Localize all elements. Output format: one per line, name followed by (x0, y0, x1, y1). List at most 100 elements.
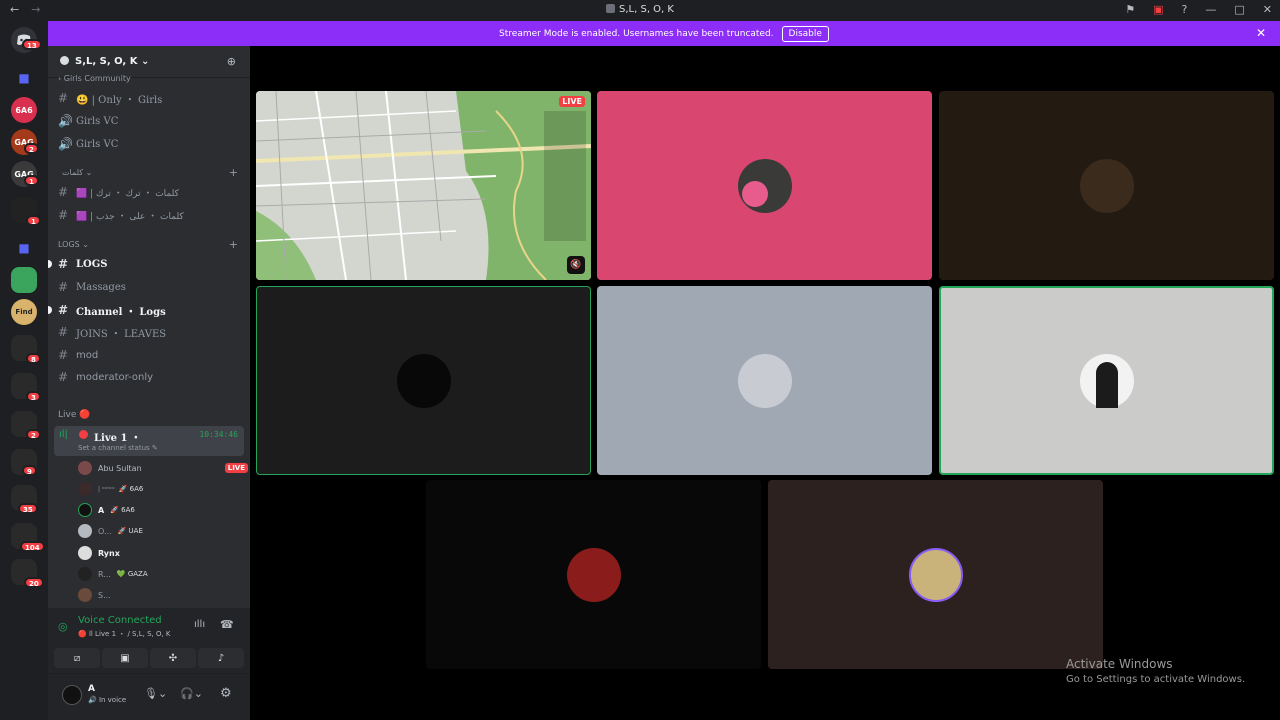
window-controls: ⚑ ▣ ? — □ ✕ (1125, 3, 1272, 16)
server-icon-find-world[interactable]: Find (11, 299, 37, 325)
microphone-icon[interactable]: 🎙⌄ (144, 687, 167, 700)
server-badge: 3 (26, 391, 41, 402)
voice-location[interactable]: 🔴 ll Live 1 ・ / S,L, S, O, K (78, 629, 171, 639)
avatar (78, 546, 92, 560)
server-icon-6a6-red[interactable]: 6A6 (11, 97, 37, 123)
server-badge: 1 (24, 175, 39, 186)
help-icon[interactable]: ? (1182, 3, 1188, 16)
live-badge: LIVE (559, 96, 585, 107)
activities-button[interactable]: ✣ (150, 648, 196, 668)
server-badge: 1 (26, 215, 41, 226)
activate-windows-subtitle: Go to Settings to activate Windows. (1066, 674, 1246, 685)
avatar-highlight (741, 180, 768, 207)
soundboard-button[interactable]: ♪ (198, 648, 244, 668)
stream-map-preview (256, 91, 591, 280)
server-badge: 9 (22, 465, 37, 476)
minimize-icon[interactable]: — (1205, 3, 1216, 16)
window-title: S,L, S, O, K (0, 4, 1280, 15)
inbox-icon[interactable]: ⚑ (1125, 3, 1135, 16)
channel-moderator-only[interactable]: # moderator-only (58, 367, 240, 387)
participant-tile[interactable] (256, 286, 591, 475)
user-avatar[interactable] (62, 685, 82, 705)
channel-arabic-1[interactable]: # 🟪 | كلمات ・ ترك ・ ترك (58, 182, 240, 202)
participant-tile[interactable] (597, 91, 932, 280)
channel-sidebar: S,L, S, O, K ⌄ ⊕ › Girls Community # 😃 | … (48, 46, 250, 720)
home-badge: 13 (22, 39, 42, 50)
category-logs[interactable]: LOGS ⌄ (58, 240, 89, 249)
disable-button[interactable]: Disable (781, 25, 829, 42)
server-badge-icon (60, 56, 69, 65)
participant-avatar (737, 353, 792, 408)
participant-tile[interactable] (597, 286, 932, 475)
channel-arabic-2[interactable]: # 🟪 | كلمات ・ على ・ جذب (58, 205, 240, 225)
participant-tile[interactable] (768, 480, 1103, 669)
hash-icon: # (58, 370, 69, 384)
category-arabic[interactable]: كلمات ⌄ (62, 168, 92, 177)
avatar (78, 588, 92, 602)
live-badge: LIVE (224, 463, 248, 473)
voice-user[interactable]: S... (78, 585, 248, 605)
voice-channel-girls-vc[interactable]: 🔊 Girls VC (58, 111, 240, 131)
folder-icon[interactable]: ■ (11, 235, 37, 261)
channel-massages[interactable]: # Massages (58, 277, 240, 297)
activate-windows-title: Activate Windows (1066, 657, 1173, 671)
maximize-icon[interactable]: □ (1234, 3, 1244, 16)
speaker-icon: 🔊 (58, 137, 73, 151)
voice-user-rynx[interactable]: Rynx (78, 543, 248, 563)
avatar-figure (1095, 361, 1118, 408)
channel-status-link[interactable]: Set a channel status ✎ (78, 444, 158, 452)
stream-tile[interactable]: LIVE 🔇 (256, 91, 591, 280)
folder-icon[interactable]: ■ (11, 65, 37, 91)
voice-user-abu-sultan[interactable]: Abu Sultan LIVE (78, 458, 248, 478)
add-channel-icon[interactable]: + (229, 166, 238, 179)
close-window-icon[interactable]: ✕ (1263, 3, 1272, 16)
headphones-icon[interactable]: 🎧⌄ (180, 687, 203, 700)
hash-icon: # (58, 348, 69, 362)
settings-gear-icon[interactable]: ⚙ (220, 686, 232, 701)
voice-channel-girls-vc[interactable]: 🔊 Girls VC (58, 134, 240, 154)
title-bar: ← → S,L, S, O, K ⚑ ▣ ? — □ ✕ (0, 0, 1280, 21)
screen-icon[interactable]: ▣ (1153, 3, 1163, 16)
banner-close-icon[interactable]: ✕ (1256, 26, 1266, 40)
channel-mod[interactable]: # mod (58, 345, 240, 365)
disconnect-icon[interactable]: ☎ (220, 618, 234, 631)
channel-channel-logs[interactable]: # Channel ・ Logs (58, 300, 240, 320)
channel-logs[interactable]: # LOGS (58, 254, 240, 274)
channel-joins-leaves[interactable]: # JOINS ・ LEAVES (58, 322, 240, 342)
hash-icon: # (58, 280, 69, 294)
add-member-icon[interactable]: ⊕ (227, 55, 236, 68)
participant-tile[interactable] (939, 91, 1274, 280)
channel-only-girls[interactable]: # 😃 | Only ・ Girls (58, 88, 240, 108)
voice-user[interactable]: | ᵛᵒʳᶦᶜᵒ 🚀 6A6 (78, 479, 248, 499)
voice-channel-live-1[interactable]: ıl| Live 1 ・ 10:34:46 Set a channel stat… (54, 426, 244, 456)
hash-icon: # (58, 208, 69, 222)
voice-user-a[interactable]: A 🚀 6A6 (78, 500, 248, 520)
category-girls-community[interactable]: › Girls Community (58, 74, 131, 83)
server-badge: 35 (18, 503, 38, 514)
voice-channel-name: Live 1 ・ (94, 433, 141, 444)
camera-off-button[interactable]: ⧄ (54, 648, 100, 668)
voice-activity-icon: ıl| (59, 429, 68, 440)
user-status: 🔊 In voice (88, 696, 127, 704)
noise-suppression-icon[interactable]: ıllı (194, 619, 205, 630)
voice-user[interactable]: R... 💚 GAZA (78, 564, 248, 584)
category-live[interactable]: Live 🔴 (58, 410, 90, 420)
unread-indicator (48, 306, 52, 314)
user-name: A (88, 684, 95, 694)
server-icon-green[interactable] (11, 267, 37, 293)
avatar (78, 567, 92, 581)
voice-connected-status[interactable]: Voice Connected (78, 615, 162, 626)
screen-share-button[interactable]: ▣ (102, 648, 148, 668)
unread-indicator (48, 260, 52, 268)
server-badge: 8 (26, 353, 41, 364)
live-dot-icon (79, 430, 88, 439)
avatar (78, 503, 92, 517)
soundboard-icon: ♪ (217, 652, 225, 664)
streamer-mode-banner: Streamer Mode is enabled. Usernames have… (48, 21, 1280, 46)
add-channel-icon[interactable]: + (229, 238, 238, 251)
participant-tile[interactable] (426, 480, 761, 669)
voice-user[interactable]: O... 🚀 UAE (78, 521, 248, 541)
mute-stream-icon[interactable]: 🔇 (567, 256, 585, 274)
participant-tile-speaking[interactable] (939, 286, 1274, 475)
participant-avatar (1079, 158, 1134, 213)
